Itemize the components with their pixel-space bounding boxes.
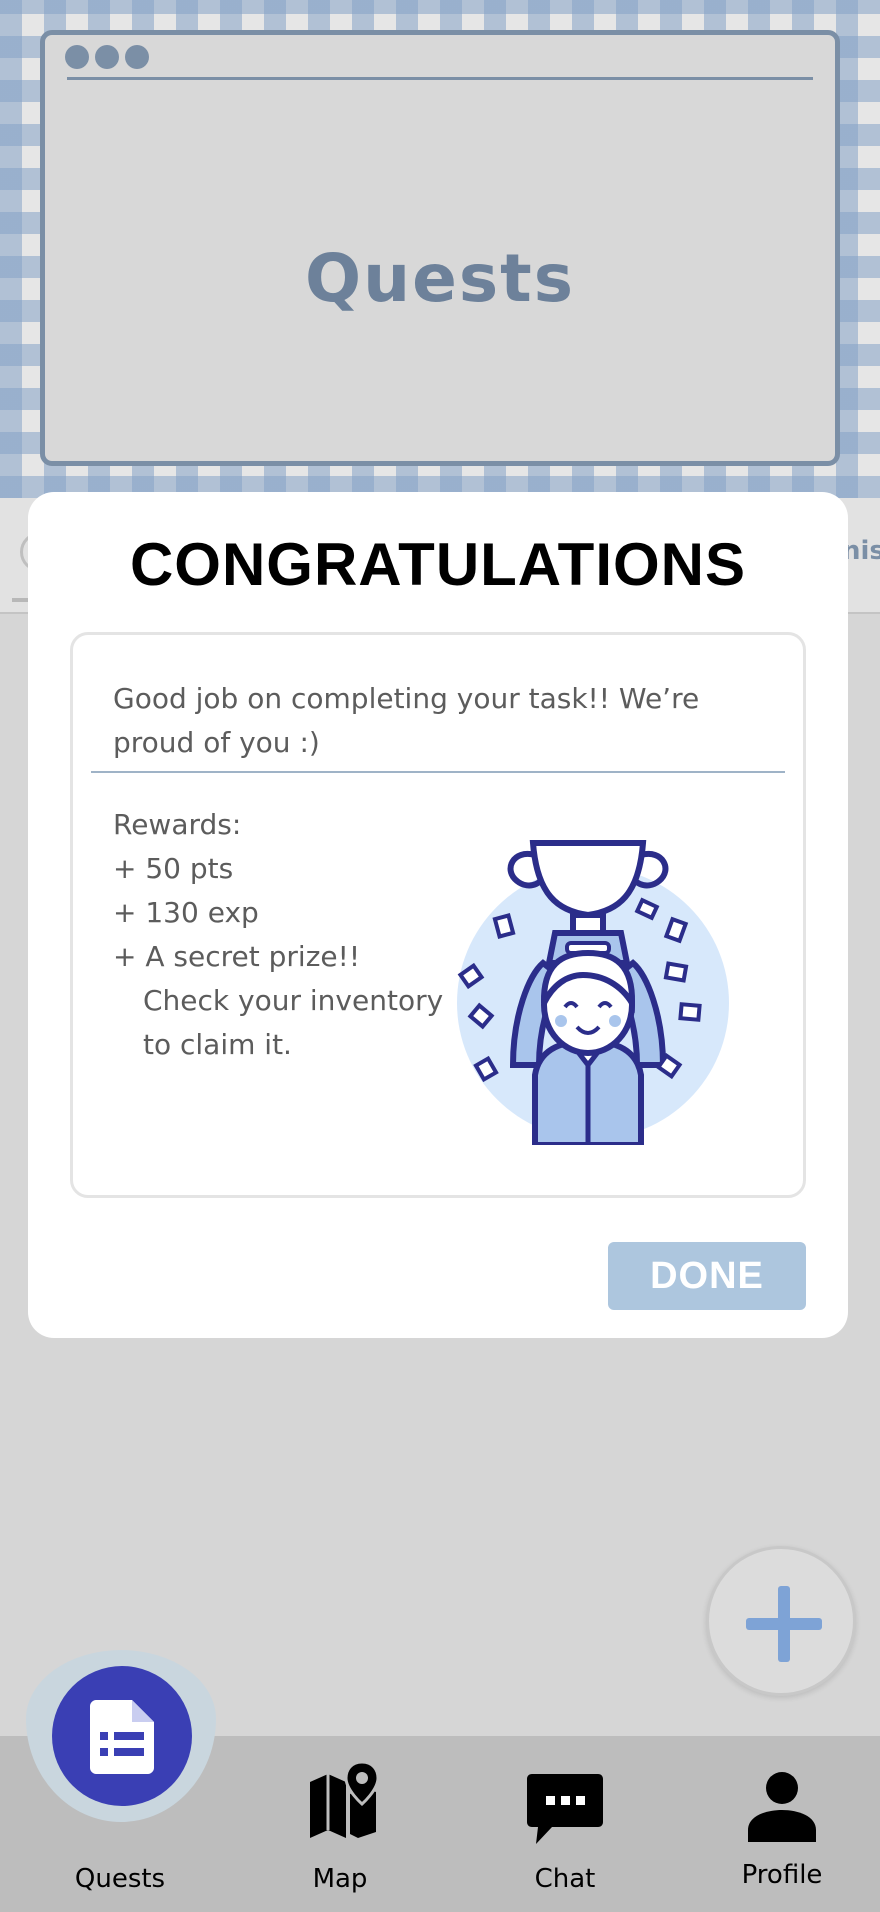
nav-item-chat[interactable]: Chat (460, 1736, 670, 1912)
rewards-list: Rewards: + 50 pts + 130 exp + A secret p… (113, 803, 453, 1067)
done-button[interactable]: DONE (608, 1242, 806, 1310)
congratulations-modal: CONGRATULATIONS Good job on completing y… (28, 492, 848, 1338)
plus-icon (746, 1586, 822, 1662)
rewards-heading: Rewards: (113, 808, 242, 841)
browser-window-frame: Quests (40, 30, 840, 466)
window-dots (65, 45, 149, 69)
quests-header: Quests (0, 0, 880, 498)
chat-bubble-icon (527, 1774, 603, 1844)
nav-item-map[interactable]: Map (240, 1736, 440, 1912)
window-dot (125, 45, 149, 69)
map-pin-icon (310, 1760, 380, 1838)
reward-card: Good job on completing your task!! We’re… (70, 632, 806, 1198)
card-divider (91, 771, 785, 773)
nav-item-profile[interactable]: Profile (684, 1736, 880, 1912)
window-dot (95, 45, 119, 69)
nav-label-map: Map (312, 1864, 368, 1894)
nav-label-profile: Profile (741, 1860, 823, 1890)
reward-item: + A secret prize!! (113, 940, 361, 973)
modal-title: CONGRATULATIONS (129, 531, 747, 598)
quests-document-icon (90, 1700, 154, 1774)
nav-label-quests: Quests (74, 1864, 166, 1894)
nav-label-chat: Chat (534, 1864, 596, 1894)
reward-note: Check your inventory (143, 984, 444, 1017)
window-dot (65, 45, 89, 69)
trophy-celebration-illustration (457, 840, 729, 1145)
add-quest-button[interactable] (706, 1546, 856, 1696)
reward-note: to claim it. (143, 1028, 292, 1061)
person-icon (748, 1772, 816, 1842)
congrats-message: Good job on completing your task!! We’re… (113, 682, 700, 759)
nav-active-quests-button[interactable] (52, 1666, 192, 1806)
reward-item: + 50 pts (113, 852, 234, 885)
window-divider (67, 77, 813, 80)
page-title: Quests (305, 240, 575, 317)
reward-item: + 130 exp (113, 896, 259, 929)
